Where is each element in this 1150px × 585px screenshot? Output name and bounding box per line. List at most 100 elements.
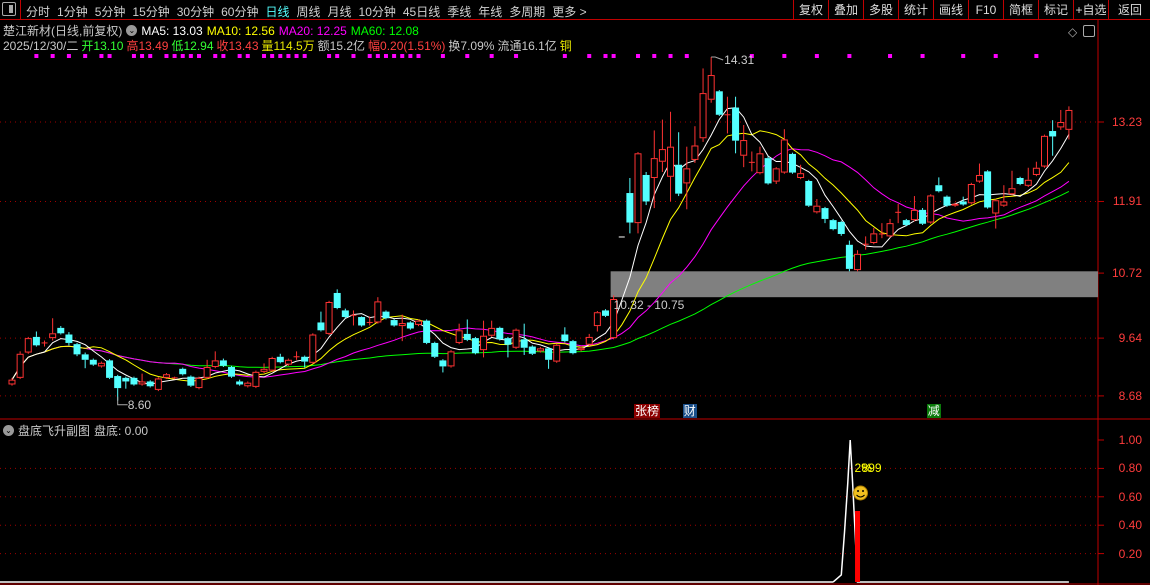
candle[interactable]: [106, 359, 114, 380]
candle[interactable]: [927, 194, 935, 224]
tab-period[interactable]: 多周期: [509, 3, 545, 20]
candle[interactable]: [195, 376, 203, 390]
candle[interactable]: [97, 361, 105, 368]
candle[interactable]: [333, 289, 341, 310]
candle[interactable]: [138, 373, 146, 386]
candle[interactable]: [252, 370, 260, 389]
candle[interactable]: [642, 171, 650, 206]
candle[interactable]: [447, 350, 455, 368]
candle[interactable]: [675, 132, 683, 197]
candle[interactable]: [179, 367, 187, 376]
tab-period[interactable]: 10分钟: [359, 3, 396, 20]
event-tag[interactable]: 财: [682, 404, 697, 418]
candle[interactable]: [187, 375, 195, 387]
candle[interactable]: [203, 359, 211, 380]
candle[interactable]: [553, 343, 561, 363]
candle[interactable]: [8, 377, 16, 386]
candle[interactable]: [756, 146, 764, 175]
candle[interactable]: [724, 96, 731, 134]
toolbar-button[interactable]: 简框: [1003, 0, 1038, 20]
candle[interactable]: [463, 319, 471, 342]
tab-period[interactable]: 30分钟: [177, 3, 214, 20]
candle[interactable]: [1032, 161, 1040, 177]
toolbar-button[interactable]: +自选: [1073, 0, 1108, 20]
candle[interactable]: [1049, 120, 1057, 156]
candle[interactable]: [788, 152, 796, 174]
candle[interactable]: [545, 347, 553, 369]
candle[interactable]: [24, 336, 32, 354]
toolbar-button[interactable]: 多股: [863, 0, 898, 20]
candle[interactable]: [122, 376, 130, 389]
candle[interactable]: [228, 365, 236, 378]
candle[interactable]: [1041, 134, 1049, 168]
candle[interactable]: [276, 353, 284, 364]
candle[interactable]: [236, 379, 244, 386]
candle[interactable]: [813, 199, 821, 214]
candle[interactable]: [634, 152, 642, 234]
toolbar-button[interactable]: 标记: [1038, 0, 1073, 20]
tab-period[interactable]: 年线: [478, 3, 502, 20]
candle[interactable]: [382, 310, 390, 320]
candle[interactable]: [471, 336, 479, 355]
candle[interactable]: [41, 340, 48, 347]
candle[interactable]: [496, 326, 504, 341]
toolbar-button[interactable]: 画线: [933, 0, 968, 20]
candle[interactable]: [350, 310, 357, 326]
tab-period[interactable]: 季线: [447, 3, 471, 20]
toolbar-button[interactable]: 统计: [898, 0, 933, 20]
candle[interactable]: [561, 327, 569, 343]
candle[interactable]: [73, 342, 81, 357]
candle[interactable]: [683, 146, 691, 210]
candle[interactable]: [626, 177, 634, 234]
candle[interactable]: [528, 345, 536, 355]
candle[interactable]: [601, 309, 609, 318]
candle[interactable]: [455, 323, 463, 345]
panel-toggle-icon[interactable]: [2, 2, 16, 16]
candle[interactable]: [569, 339, 577, 355]
chevron-down-icon[interactable]: ⌄: [126, 25, 138, 36]
candle[interactable]: [268, 356, 276, 372]
candle[interactable]: [691, 126, 699, 163]
candle[interactable]: [1057, 109, 1065, 130]
candle[interactable]: [325, 300, 333, 336]
candle[interactable]: [65, 332, 73, 346]
candle[interactable]: [431, 341, 439, 358]
candle[interactable]: [886, 218, 894, 238]
tab-period[interactable]: 日线: [265, 3, 289, 20]
candle[interactable]: [154, 377, 162, 392]
candle[interactable]: [919, 208, 927, 225]
tab-period[interactable]: 60分钟: [221, 3, 258, 20]
tab-period[interactable]: 月线: [328, 3, 352, 20]
candle[interactable]: [854, 250, 862, 272]
candle[interactable]: [805, 179, 813, 207]
candle[interactable]: [260, 363, 268, 374]
event-tag[interactable]: 张榜: [634, 404, 661, 418]
candle[interactable]: [975, 163, 983, 183]
candle[interactable]: [317, 311, 325, 332]
chevron-down-icon[interactable]: ⌄: [3, 425, 14, 436]
candle[interactable]: [504, 336, 512, 358]
event-tag[interactable]: 减: [926, 404, 941, 418]
candle[interactable]: [732, 96, 740, 154]
candle[interactable]: [341, 308, 349, 319]
candle[interactable]: [1000, 185, 1008, 207]
toolbar-button[interactable]: 复权: [793, 0, 828, 20]
candle[interactable]: [488, 320, 496, 337]
candle[interactable]: [585, 333, 593, 346]
candle[interactable]: [902, 218, 910, 227]
toolbar-button[interactable]: 叠加: [828, 0, 863, 20]
candle[interactable]: [439, 359, 447, 373]
candle[interactable]: [1008, 170, 1016, 196]
candle[interactable]: [244, 381, 252, 388]
candle[interactable]: [32, 331, 40, 347]
candle[interactable]: [309, 333, 317, 365]
candle[interactable]: [764, 156, 772, 185]
candle[interactable]: [862, 236, 869, 250]
candle[interactable]: [81, 352, 89, 369]
tab-period[interactable]: 45日线: [403, 3, 440, 20]
tab-period[interactable]: 周线: [296, 3, 320, 20]
candle[interactable]: [895, 203, 902, 224]
candle[interactable]: [707, 56, 715, 103]
kline-chart[interactable]: [0, 0, 1150, 585]
candle[interactable]: [943, 195, 951, 207]
